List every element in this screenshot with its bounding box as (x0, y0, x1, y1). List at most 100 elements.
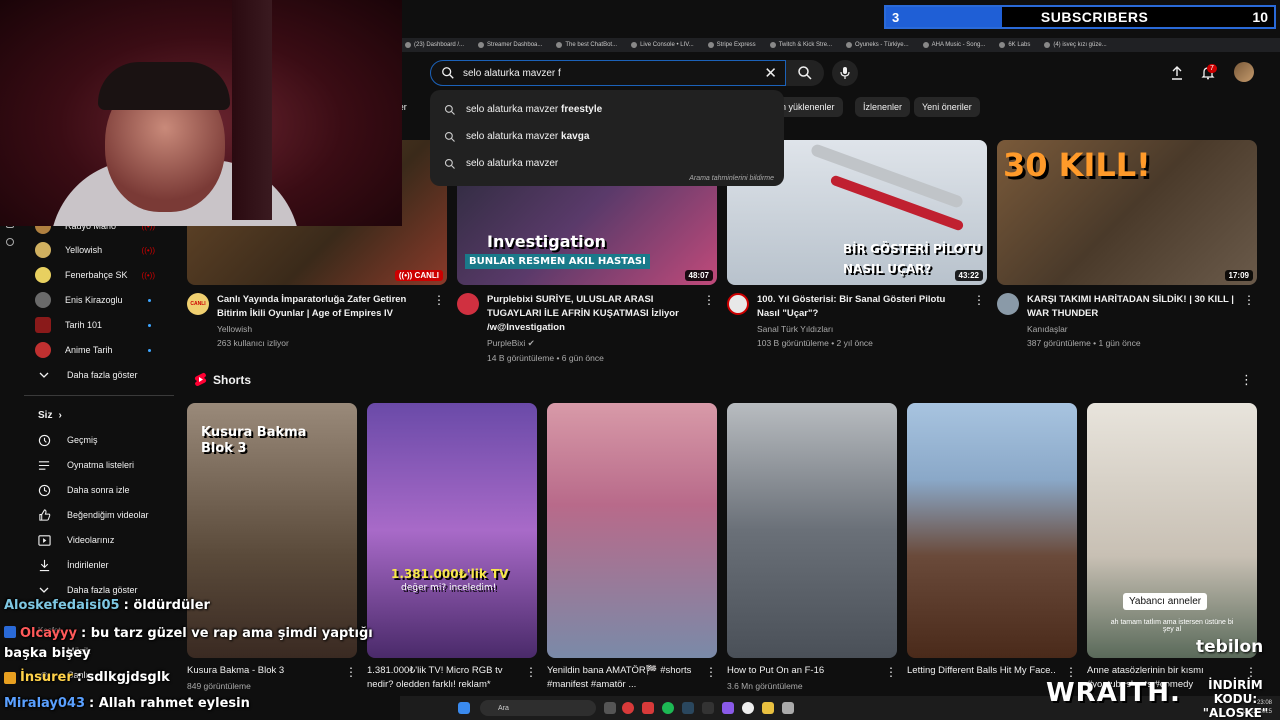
bookmark[interactable]: Oyuneks - Türkiye... (846, 42, 909, 48)
video-meta: 263 kullanıcı izliyor (217, 338, 289, 348)
short-thumbnail[interactable]: 1.381.000₺'lik TV değer mi? inceledim! (367, 403, 537, 658)
new-content-dot (148, 298, 151, 302)
folder-icon[interactable] (762, 702, 774, 714)
report-predictions-link[interactable]: Arama tahminlerini bildirme (689, 175, 774, 182)
bookmark[interactable]: Live Console • LIV... (631, 42, 694, 48)
video-card[interactable]: 30 KILL! 17:09 KARŞI TAKIMI HARİTADAN Sİ… (997, 140, 1257, 348)
channel-avatar[interactable] (457, 293, 479, 315)
sponsor-brand: WRAITH. (1046, 678, 1181, 708)
sidebar-item-subscription[interactable]: Tarih 101 (35, 315, 155, 335)
chrome-icon[interactable] (742, 702, 754, 714)
close-icon[interactable]: ✕ (764, 64, 777, 82)
short-thumbnail[interactable]: Yabancı anneler ah tamam tatlım ama iste… (1087, 403, 1257, 658)
more-vert-icon[interactable]: ⋮ (885, 665, 897, 679)
gear-icon[interactable] (6, 238, 14, 246)
bookmark[interactable]: (4) isveç kızı güze... (1044, 42, 1107, 48)
short-thumbnail[interactable] (547, 403, 717, 658)
taskbar-search[interactable]: Ara (480, 700, 596, 716)
sidebar-you-header[interactable]: Siz › (38, 404, 62, 426)
bookmark[interactable]: 6K Labs (999, 42, 1030, 48)
search-icon (444, 158, 455, 169)
more-vert-icon[interactable]: ⋮ (1240, 372, 1253, 388)
short-title[interactable]: 1.381.000₺'lik TV! Micro RGB tv nedir? o… (367, 664, 517, 692)
more-vert-icon[interactable]: ⋮ (345, 665, 357, 679)
short-title[interactable]: How to Put On an F-16 (727, 664, 877, 678)
bookmark[interactable]: AHA Music - Song... (922, 42, 985, 48)
channel-name[interactable]: Yellowish (217, 324, 427, 334)
video-title[interactable]: Purplebixi SURİYE, ULUSLAR ARASI TUGAYLA… (487, 293, 697, 335)
verified-icon: ✔ (527, 338, 535, 348)
short-title[interactable]: Yenildin bana AMATÖR🏁 #shorts #manifest … (547, 664, 697, 692)
search-input[interactable] (463, 67, 753, 79)
bookmark[interactable]: The best ChatBot... (556, 42, 617, 48)
channel-name[interactable]: PurpleBixi ✔ (487, 338, 697, 349)
video-thumbnail[interactable]: 30 KILL! 17:09 (997, 140, 1257, 285)
bookmark[interactable]: (23) Dashboard /... (405, 42, 464, 48)
more-vert-icon[interactable]: ⋮ (703, 293, 715, 307)
video-title[interactable]: 100. Yıl Gösterisi: Bir Sanal Gösteri Pi… (757, 293, 967, 321)
suggestion-item[interactable]: selo alaturka mavzer kavga (430, 123, 784, 150)
app-icon[interactable] (702, 702, 714, 714)
suggestion-item[interactable]: selo alaturka mavzer freestyle (430, 96, 784, 123)
app-icon[interactable] (642, 702, 654, 714)
spotify-icon[interactable] (662, 702, 674, 714)
live-icon: ((•)) (141, 245, 155, 255)
bookmark[interactable]: Stripe Express (707, 42, 756, 48)
sidebar-show-more[interactable]: Daha fazla göster (37, 364, 138, 386)
short-thumbnail[interactable] (907, 403, 1077, 658)
short-card[interactable]: Yenildin bana AMATÖR🏁 #shorts #manifest … (547, 403, 717, 695)
more-vert-icon[interactable]: ⋮ (525, 665, 537, 679)
app-icon[interactable] (782, 702, 794, 714)
bookmark[interactable]: Streamer Dashboa... (478, 42, 542, 48)
more-vert-icon[interactable]: ⋮ (973, 293, 985, 307)
search-button[interactable] (786, 60, 824, 86)
webcam-overlay (0, 0, 402, 226)
avatar[interactable] (1234, 62, 1254, 82)
sidebar-item-liked[interactable]: Beğendiğim videolar (37, 504, 149, 526)
video-title[interactable]: KARŞI TAKIMI HARİTADAN SİLDİK! | 30 KILL… (1027, 293, 1237, 321)
short-thumbnail[interactable] (727, 403, 897, 658)
search-suggestions: selo alaturka mavzer freestyle selo alat… (430, 90, 784, 186)
sidebar-item-label: Geçmiş (67, 435, 98, 445)
sidebar-item-your-videos[interactable]: Videolarınız (37, 529, 114, 551)
channel-avatar[interactable] (727, 293, 749, 315)
chat-message: Miralay043: Allah rahmet eylesin (4, 696, 250, 711)
chat-text: öldürdüler (133, 598, 210, 613)
sidebar-item-watch-later[interactable]: Daha sonra izle (37, 479, 130, 501)
short-card[interactable]: How to Put On an F-16 3.6 Mn görüntüleme… (727, 403, 897, 691)
steam-icon[interactable] (682, 702, 694, 714)
channel-name[interactable]: Sanal Türk Yıldızları (757, 324, 967, 334)
sidebar-item-subscription[interactable]: Enis Kirazoglu (35, 290, 155, 310)
short-title[interactable]: Letting Different Balls Hit My Face.. (907, 664, 1057, 678)
short-title[interactable]: Kusura Bakma - Blok 3 (187, 664, 337, 678)
sidebar-item-subscription[interactable]: Anime Tarih (35, 340, 155, 360)
more-vert-icon[interactable]: ⋮ (1243, 293, 1255, 307)
upload-icon[interactable] (1168, 64, 1186, 82)
sidebar-item-downloads[interactable]: İndirilenler (37, 554, 109, 576)
more-vert-icon[interactable]: ⋮ (1245, 665, 1257, 679)
chip[interactable]: Yeni öneriler (914, 97, 980, 117)
sidebar-item-playlists[interactable]: Oynatma listeleri (37, 454, 134, 476)
taskview-icon[interactable] (604, 702, 616, 714)
more-vert-icon[interactable]: ⋮ (1065, 665, 1077, 679)
more-vert-icon[interactable]: ⋮ (705, 665, 717, 679)
sidebar-item-subscription[interactable]: Fenerbahçe SK ((•)) (35, 265, 155, 285)
sidebar-item-subscription[interactable]: Yellowish ((•)) (35, 240, 155, 260)
bookmark[interactable]: Twitch & Kick Stre... (769, 42, 832, 48)
search-box[interactable]: ✕ (430, 60, 786, 86)
channel-avatar[interactable]: CANLI (187, 293, 209, 315)
app-icon[interactable] (622, 702, 634, 714)
suggestion-item[interactable]: selo alaturka mavzer (430, 150, 784, 177)
short-card[interactable]: Letting Different Balls Hit My Face.. ⋮ (907, 403, 1077, 681)
sidebar-item-history[interactable]: Geçmiş (37, 429, 98, 451)
channel-avatar[interactable] (997, 293, 1019, 315)
chip[interactable]: İzlenenler (855, 97, 911, 117)
more-vert-icon[interactable]: ⋮ (433, 293, 445, 307)
short-thumbnail[interactable]: Kusura Bakma Blok 3 (187, 403, 357, 658)
channel-name[interactable]: Kanıdaşlar (1027, 324, 1237, 334)
app-icon[interactable] (722, 702, 734, 714)
voice-search-button[interactable] (832, 60, 858, 86)
thumbnail-text: değer mi? inceledim! (401, 583, 497, 593)
video-title[interactable]: Canlı Yayında İmparatorluğa Zafer Getire… (217, 293, 427, 321)
windows-start-icon[interactable] (458, 702, 470, 714)
